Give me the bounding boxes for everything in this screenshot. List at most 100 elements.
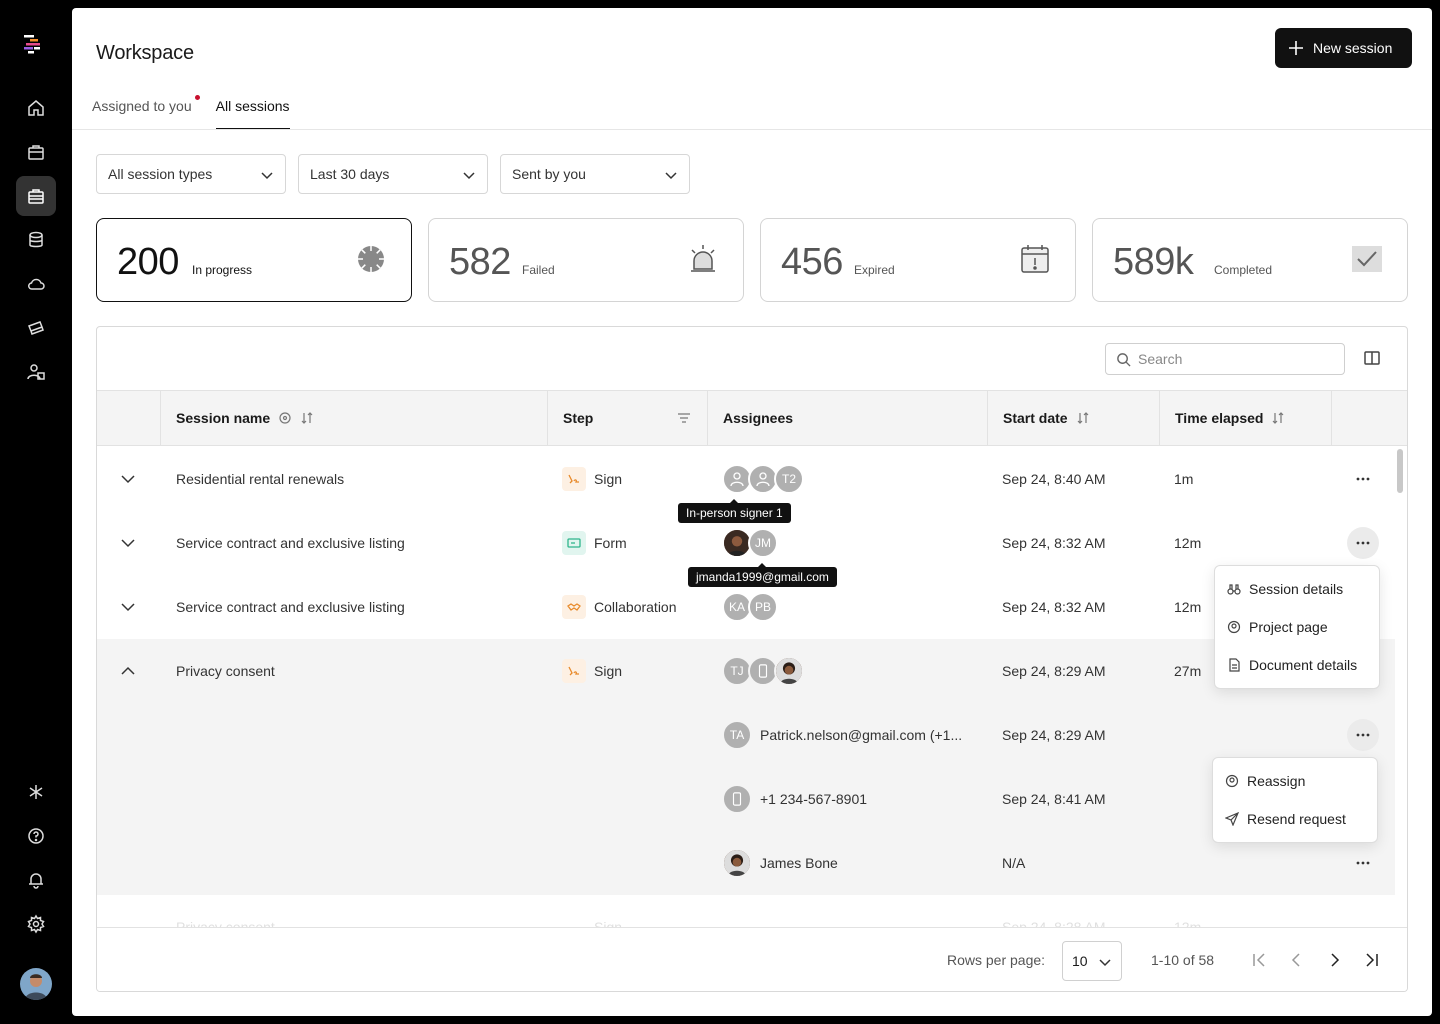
nav-workspace[interactable] <box>16 176 56 216</box>
tab-assigned-to-you[interactable]: Assigned to you <box>92 86 200 130</box>
expand-toggle[interactable] <box>119 575 137 639</box>
sub-row[interactable]: +1 234-567-8901 Sep 24, 8:41 AM <box>97 767 1395 831</box>
last-page-icon[interactable] <box>1362 950 1382 970</box>
prev-page-icon[interactable] <box>1286 950 1306 970</box>
nav-ai[interactable] <box>16 772 56 812</box>
session-type-filter[interactable]: All session types <box>96 154 286 194</box>
sub-row[interactable]: TA Patrick.nelson@gmail.com (+1... Sep 2… <box>97 703 1395 767</box>
nav-settings[interactable] <box>16 904 56 944</box>
menu-label: Resend request <box>1247 811 1346 827</box>
new-session-label: New session <box>1313 40 1393 56</box>
assignee-avatar[interactable]: JM <box>748 528 778 558</box>
col-session-name[interactable]: Session name <box>160 391 547 445</box>
menu-resend-request[interactable]: Resend request <box>1213 800 1377 838</box>
scrollbar[interactable] <box>1397 449 1403 493</box>
reassign-icon <box>1225 774 1239 788</box>
collapse-toggle[interactable] <box>119 639 137 703</box>
start-date: Sep 24, 8:29 AM <box>1002 727 1106 743</box>
stat-label: Expired <box>854 263 895 277</box>
stat-label: In progress <box>192 263 253 277</box>
nav-help[interactable] <box>16 816 56 856</box>
row-more-button[interactable] <box>1347 847 1379 879</box>
assignee-name: Patrick.nelson@gmail.com (+1... <box>760 727 963 743</box>
row-more-button[interactable] <box>1347 527 1379 559</box>
tabs: Assigned to you All sessions <box>92 86 290 130</box>
tab-all-sessions[interactable]: All sessions <box>215 86 290 130</box>
col-time-elapsed[interactable]: Time elapsed <box>1159 391 1331 445</box>
nav-cloud[interactable] <box>16 264 56 304</box>
nav-shapes[interactable] <box>16 352 56 392</box>
col-start-date[interactable]: Start date <box>987 391 1159 445</box>
phone-icon <box>722 784 752 814</box>
nav-notifications[interactable] <box>16 860 56 900</box>
session-name[interactable]: Privacy consent <box>176 639 275 703</box>
date-range-filter[interactable]: Last 30 days <box>298 154 488 194</box>
columns-icon[interactable] <box>1363 349 1381 367</box>
assignee-avatar[interactable]: T2 <box>774 464 804 494</box>
sort-icon[interactable] <box>1076 411 1090 425</box>
time-elapsed: 1m <box>1174 471 1194 487</box>
session-name[interactable]: Service contract and exclusive listing <box>176 575 405 639</box>
menu-reassign[interactable]: Reassign <box>1213 762 1377 800</box>
nav-briefcase[interactable] <box>16 132 56 172</box>
nav-database[interactable] <box>16 220 56 260</box>
stat-label: Failed <box>522 263 555 277</box>
sender-filter[interactable]: Sent by you <box>500 154 690 194</box>
nav-home[interactable] <box>16 88 56 128</box>
stat-card-expired[interactable]: 456 Expired <box>760 218 1076 302</box>
assignee-photo[interactable] <box>774 656 804 686</box>
ellipsis-icon <box>1356 477 1370 481</box>
assignee-name: James Bone <box>760 855 838 871</box>
new-session-button[interactable]: New session <box>1275 28 1412 68</box>
start-date: Sep 24, 8:32 AM <box>1002 599 1106 615</box>
assignee-cell: TA Patrick.nelson@gmail.com (+1... <box>722 703 962 767</box>
chevron-down-icon <box>665 172 677 180</box>
stat-card-failed[interactable]: 582 Failed <box>428 218 744 302</box>
start-date: Sep 24, 8:40 AM <box>1002 471 1106 487</box>
sub-row[interactable]: James Bone N/A <box>97 831 1395 895</box>
filter-value: Sent by you <box>512 166 586 182</box>
table-row[interactable]: Residential rental renewals Sign T2 Sep … <box>97 447 1395 511</box>
search-input[interactable]: Search <box>1105 343 1345 375</box>
expand-toggle[interactable] <box>119 447 137 511</box>
assignee-avatar[interactable]: PB <box>748 592 778 622</box>
first-page-icon[interactable] <box>1249 950 1269 970</box>
step-label: Collaboration <box>594 599 677 615</box>
column-label: Assignees <box>723 410 794 426</box>
assignee-cell: James Bone <box>722 831 838 895</box>
info-icon[interactable] <box>278 411 292 425</box>
table-footer: Rows per page: 10 1-10 of 58 <box>97 927 1407 991</box>
gear-icon <box>27 914 45 934</box>
column-label: Start date <box>1003 410 1068 426</box>
cloud-icon <box>28 278 45 290</box>
step-cell: Sign <box>562 639 622 703</box>
stat-card-completed[interactable]: 589k Completed <box>1092 218 1408 302</box>
document-icon <box>1229 658 1240 672</box>
session-name[interactable]: Service contract and exclusive listing <box>176 511 405 575</box>
session-name[interactable]: Residential rental renewals <box>176 447 344 511</box>
next-page-icon[interactable] <box>1325 950 1345 970</box>
row-more-button[interactable] <box>1347 463 1379 495</box>
start-date: Sep 24, 8:29 AM <box>1002 663 1106 679</box>
table-row[interactable]: Privacy consent Sign TJ Sep 24, 8:29 AM … <box>97 639 1395 703</box>
menu-project-page[interactable]: Project page <box>1215 608 1379 646</box>
menu-label: Reassign <box>1247 773 1306 789</box>
chevron-down-icon <box>121 475 135 484</box>
col-step[interactable]: Step <box>547 391 707 445</box>
rows-per-page-select[interactable]: 10 <box>1062 941 1122 981</box>
stat-card-in-progress[interactable]: 200 In progress <box>96 218 412 302</box>
user-avatar[interactable] <box>20 968 52 1000</box>
chevron-down-icon <box>121 539 135 548</box>
menu-session-details[interactable]: Session details <box>1215 570 1379 608</box>
row-actions-menu: Session details Project page Document de… <box>1214 565 1380 689</box>
sort-icon[interactable] <box>1271 411 1285 425</box>
chevron-up-icon <box>121 666 135 675</box>
start-date: Sep 24, 8:41 AM <box>1002 791 1106 807</box>
filter-icon[interactable] <box>677 411 691 425</box>
expand-toggle[interactable] <box>119 511 137 575</box>
menu-document-details[interactable]: Document details <box>1215 646 1379 684</box>
sort-icon[interactable] <box>300 411 314 425</box>
row-more-button[interactable] <box>1347 719 1379 751</box>
logo-icon[interactable] <box>24 32 48 56</box>
nav-tickets[interactable] <box>16 308 56 348</box>
